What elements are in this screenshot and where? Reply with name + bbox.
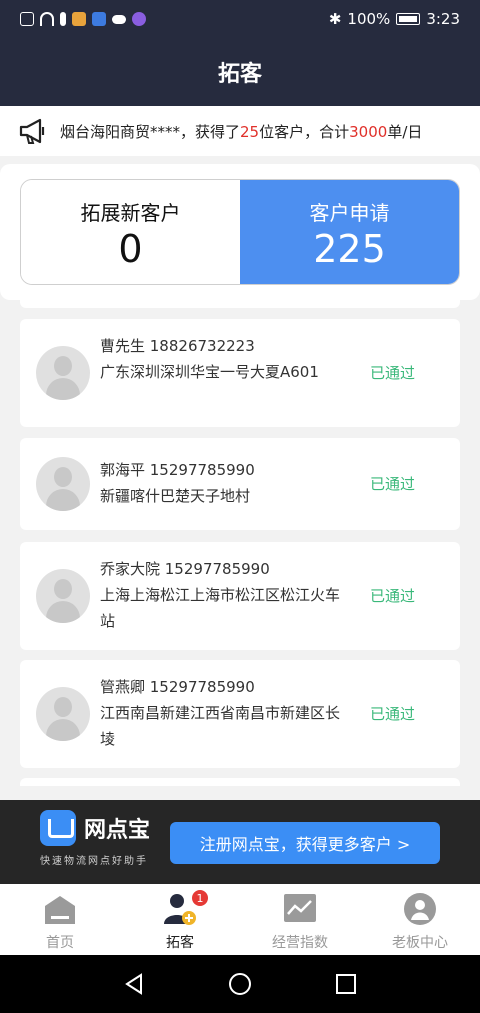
status-left (20, 12, 146, 26)
customer-name-phone: 曹先生 18826732223 (100, 337, 255, 355)
wifi-signal-icon (40, 12, 54, 26)
tab-customer-applications[interactable]: 客户申请 225 (240, 180, 459, 284)
app-notification-icon (132, 12, 146, 26)
status-badge: 已通过 (369, 475, 415, 493)
tab-business-index-label: 经营指数 (272, 935, 328, 951)
customer-name-phone: 乔家大院 15297785990 (100, 560, 270, 578)
bluetooth-icon: ✱ (328, 10, 342, 28)
new-customers-label: 拓展新客户 (80, 200, 181, 225)
status-bar: ✱ 100% 3:23 (0, 0, 480, 38)
notice-text: 烟台海阳商贸****，获得了25位客户，合计3000单/日 (60, 121, 422, 142)
customer-info: 乔家大院 15297785990 上海上海松江上海市松江区松江火车站 (100, 556, 350, 634)
tab-acquire[interactable]: 1 拓客 (120, 884, 240, 955)
battery-percent: 100% (347, 10, 391, 28)
list-item[interactable]: 曹先生 18826732223 广东深圳深圳华宝一号大夏A601 已通过 (20, 319, 460, 427)
promo-slogan: 快速物流网点好助手 (40, 856, 148, 867)
avatar (36, 687, 90, 741)
tab-home-label: 首页 (46, 935, 74, 951)
recent-apps-icon[interactable] (334, 972, 358, 996)
tab-boss-center-label: 老板中心 (392, 935, 448, 951)
applications-count: 225 (313, 226, 386, 271)
customer-info: 管燕卿 15297785990 江西南昌新建江西省南昌市新建区长堎 (100, 674, 350, 752)
customer-address: 江西南昌新建江西省南昌市新建区长堎 (100, 704, 341, 748)
notice-middle: 位客户，合计 (259, 122, 350, 141)
avatar (36, 346, 90, 400)
summary-tabs: 拓展新客户 0 客户申请 225 (20, 179, 460, 285)
list-item[interactable]: 郭海平 15297785990 新疆喀什巴楚天子地村 已通过 (20, 438, 460, 530)
bottom-tabbar: 首页 1 拓客 经营指数 老板中心 (0, 884, 480, 955)
tab-new-customers[interactable]: 拓展新客户 0 (21, 180, 240, 284)
battery-icon (396, 13, 421, 25)
status-badge: 已通过 (369, 705, 415, 723)
applications-label: 客户申请 (309, 200, 390, 225)
list-item[interactable]: 乔家大院 15297785990 上海上海松江上海市松江区松江火车站 已通过 (20, 542, 460, 650)
boss-avatar-icon (404, 893, 436, 925)
status-right: ✱ 100% 3:23 (329, 10, 460, 28)
chart-trend-icon (284, 894, 316, 922)
promo-app-name: 网点宝 (84, 818, 151, 843)
notice-prefix: 烟台海阳商贸****，获得了 (60, 122, 241, 141)
wangdianbao-logo-icon (40, 810, 76, 846)
customer-name-phone: 郭海平 15297785990 (100, 461, 255, 479)
new-customers-count: 0 (118, 226, 143, 271)
customer-info: 郭海平 15297785990 新疆喀什巴楚天子地村 (100, 457, 350, 509)
alert-icon (20, 12, 34, 26)
avatar (36, 457, 90, 511)
customer-address: 新疆喀什巴楚天子地村 (100, 487, 251, 505)
customer-address: 上海上海松江上海市松江区松江火车站 (100, 586, 341, 630)
paw-app-icon (92, 12, 106, 26)
home-circle-icon[interactable] (228, 972, 252, 996)
tab-business-index[interactable]: 经营指数 (240, 884, 360, 955)
status-badge: 已通过 (369, 364, 415, 382)
clock: 3:23 (426, 10, 460, 28)
title-bar: 拓客 (0, 38, 480, 106)
avatar (36, 569, 90, 623)
system-navbar (0, 955, 480, 1013)
home-icon (45, 896, 75, 924)
notice-count: 25 (240, 122, 260, 141)
megaphone-icon (19, 118, 45, 144)
list-item[interactable]: 管燕卿 15297785990 江西南昌新建江西省南昌市新建区长堎 已通过 (20, 660, 460, 768)
customer-list[interactable]: 曹先生 18826732223 广东深圳深圳华宝一号大夏A601 已通过 郭海平… (0, 300, 480, 786)
page-title: 拓客 (217, 62, 262, 87)
notice-bar: 烟台海阳商贸****，获得了25位客户，合计3000单/日 (0, 106, 480, 156)
tab-home[interactable]: 首页 (0, 884, 120, 955)
back-icon[interactable] (122, 972, 146, 996)
map-app-icon (72, 12, 86, 26)
status-badge: 已通过 (369, 587, 415, 605)
promo-banner: 网点宝 快速物流网点好助手 注册网点宝，获得更多客户 > (0, 800, 480, 884)
tab-boss-center[interactable]: 老板中心 (360, 884, 480, 955)
usb-icon (60, 12, 66, 26)
cloud-icon (112, 14, 126, 24)
notice-suffix: 单/日 (387, 122, 423, 141)
tab-acquire-label: 拓客 (166, 935, 194, 951)
register-button[interactable]: 注册网点宝，获得更多客户 > (170, 822, 440, 864)
customer-name-phone: 管燕卿 15297785990 (100, 678, 255, 696)
customer-info: 曹先生 18826732223 广东深圳深圳华宝一号大夏A601 (100, 333, 350, 385)
list-item-peek-bottom (20, 778, 460, 786)
customer-address: 广东深圳深圳华宝一号大夏A601 (100, 363, 319, 381)
notice-total: 3000 (349, 122, 388, 141)
tab-acquire-badge: 1 (192, 890, 208, 906)
summary-panel: 拓展新客户 0 客户申请 225 (0, 164, 480, 300)
list-item-peek-top (20, 300, 460, 308)
